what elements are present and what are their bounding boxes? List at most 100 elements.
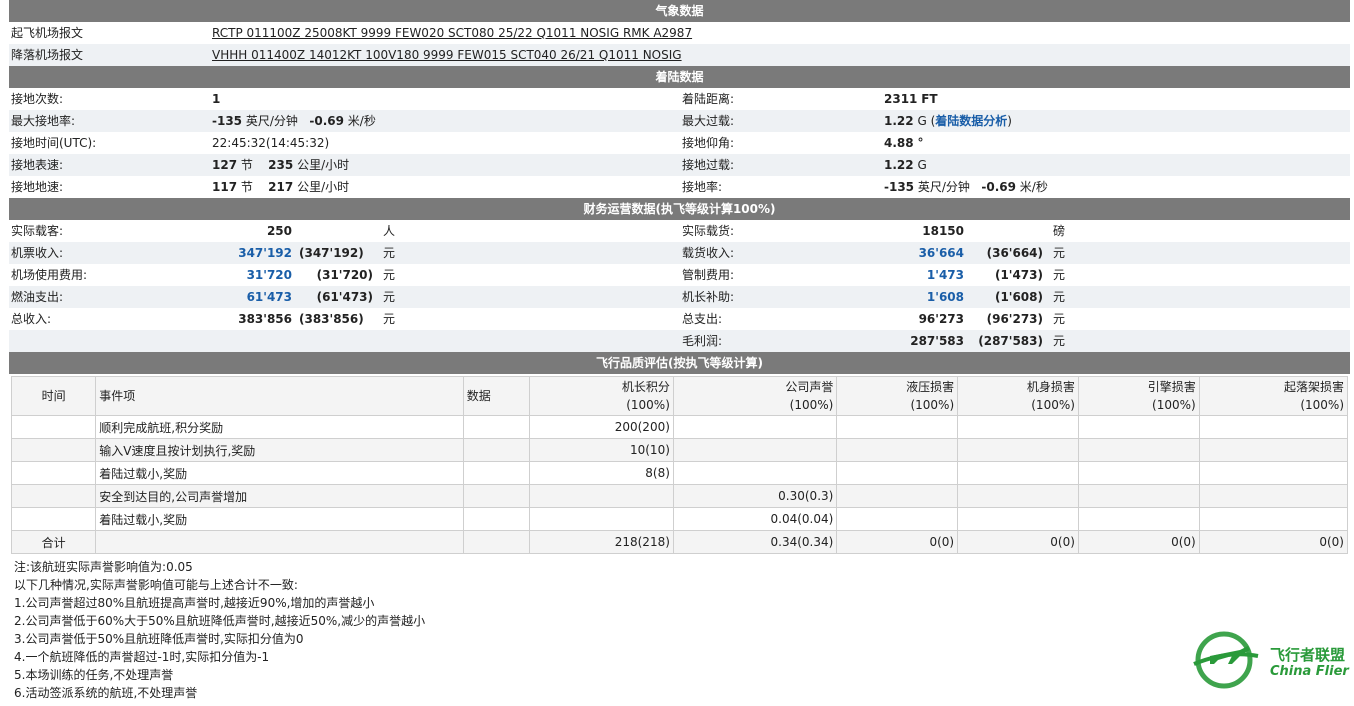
table-row: 顺利完成航班,积分奖励 200(200) <box>12 416 1347 438</box>
fuel-paren: (61'473) <box>316 290 373 304</box>
airport-currency: 元 <box>383 268 396 282</box>
pax-label: 实际载客: <box>11 224 64 238</box>
gs-kmh: 217 <box>268 180 294 194</box>
atc-currency: 元 <box>1053 268 1066 282</box>
col-event: 事件项 <box>96 377 463 415</box>
fuel-value: 61'473 <box>246 290 292 304</box>
distance-label: 着陆距离: <box>682 92 735 106</box>
cargo-rev-label: 载货收入: <box>682 246 735 260</box>
finance-row-3: 机场使用费用: 31'720 (31'720) 元 管制费用: 1'473 (1… <box>9 264 1350 286</box>
total-row: 合计 218(218) 0.34(0.34) 0(0) 0(0) 0(0) 0(… <box>12 531 1347 553</box>
cargo-value: 18150 <box>922 224 964 238</box>
total-hydraulic: 0(0) <box>837 531 958 553</box>
touchdowns-label: 接地次数: <box>11 92 64 106</box>
ias-label: 接地表速: <box>11 158 64 172</box>
arr-metar-link[interactable]: VHHH 011400Z 14012KT 100V180 9999 FEW015… <box>212 44 682 66</box>
expense-paren: (96'273) <box>986 312 1043 326</box>
row-score: 8(8) <box>529 462 673 484</box>
note-line: 以下几种情况,实际声誉影响值可能与上述合计不一致: <box>14 578 298 592</box>
note-line: 2.公司声誉低于60%大于50%且航班降低声誉时,越接近50%,减少的声誉越小 <box>14 614 426 628</box>
profit-paren: (287'583) <box>978 334 1043 348</box>
dep-metar-label: 起飞机场报文 <box>11 26 84 40</box>
row-reputation: 0.04(0.04) <box>673 508 837 530</box>
profit-currency: 元 <box>1053 334 1066 348</box>
note-line: 1.公司声誉超过80%且航班提高声誉时,越接近90%,增加的声誉越小 <box>14 596 375 610</box>
row-event: 着陆过载小,奖励 <box>96 462 463 484</box>
quality-header-row: 时间 事件项 数据 机长积分 (100%) 公司声誉 (100%) 液压损害 (100… <box>12 377 1347 415</box>
notes-block: 注:该航班实际声誉影响值为:0.05 以下几种情况,实际声誉影响值可能与上述合计… <box>9 554 1350 706</box>
arr-metar-row: 降落机场报文 VHHH 011400Z 14012KT 100V180 9999… <box>9 44 1350 66</box>
ms-unit: 米/秒 <box>347 114 376 128</box>
td-fpm-unit: 英尺/分钟 <box>917 180 970 194</box>
cargo-rev-value: 36'664 <box>918 246 964 260</box>
pitch-value: 4.88 <box>884 136 914 150</box>
income-paren: (383'856) <box>299 312 364 326</box>
col-engine: 引擎损害 (100%) <box>1078 377 1199 415</box>
row-reputation <box>673 462 837 484</box>
td-time-label: 接地时间(UTC): <box>11 136 97 150</box>
max-rate-label: 最大接地率: <box>11 114 76 128</box>
row-event: 着陆过载小,奖励 <box>96 508 463 530</box>
atc-paren: (1'473) <box>994 268 1043 282</box>
landing-section-header: 着陆数据 <box>9 66 1350 88</box>
captain-label: 机长补助: <box>682 290 735 304</box>
note-line: 注:该航班实际声誉影响值为:0.05 <box>14 560 193 574</box>
row-score: 200(200) <box>529 416 673 438</box>
pitch-unit: ° <box>917 136 924 150</box>
landing-row-2: 最大接地率: -135 英尺/分钟 -0.69 米/秒 最大过载: 1.22 G… <box>9 110 1350 132</box>
ticket-value: 347'192 <box>238 246 292 260</box>
max-g-label: 最大过载: <box>682 114 735 128</box>
landing-row-1: 接地次数: 1 着陆距离: 2311 FT <box>9 88 1350 110</box>
landing-row-5: 接地地速: 117 节 217 公里/小时 接地率: -135 英尺/分钟 -0… <box>9 176 1350 198</box>
gs-kt-unit: 节 <box>240 180 253 194</box>
cargo-unit: 磅 <box>1053 224 1066 238</box>
ticket-paren: (347'192) <box>299 246 364 260</box>
max-rate-ms: -0.69 <box>309 114 344 128</box>
landing-row-3: 接地时间(UTC): 22:45:32(14:45:32) 接地仰角: 4.88… <box>9 132 1350 154</box>
captain-currency: 元 <box>1053 290 1066 304</box>
finance-row-6: 毛利润: 287'583 (287'583) 元 <box>9 330 1350 352</box>
gs-label: 接地地速: <box>11 180 64 194</box>
cargo-rev-currency: 元 <box>1053 246 1066 260</box>
fuel-currency: 元 <box>383 290 396 304</box>
distance-value: 2311 <box>884 92 918 106</box>
row-event: 顺利完成航班,积分奖励 <box>96 416 463 438</box>
landing-analysis-link[interactable]: 着陆数据分析 <box>935 114 1007 128</box>
note-line: 3.公司声誉低于50%且航班降低声誉时,实际扣分值为0 <box>14 632 304 646</box>
total-label: 合计 <box>12 531 96 553</box>
row-event: 安全到达目的,公司声誉增加 <box>96 485 463 507</box>
row-score <box>529 508 673 530</box>
china-flier-logo: 飞行者联盟 China Flier <box>1188 630 1350 690</box>
col-gear: 起落架损害 (100%) <box>1199 377 1347 415</box>
profit-label: 毛利润: <box>682 334 723 348</box>
gs-kmh-unit: 公里/小时 <box>297 180 350 194</box>
fuel-label: 燃油支出: <box>11 290 64 304</box>
income-value: 383'856 <box>238 312 292 326</box>
row-reputation <box>673 439 837 461</box>
atc-value: 1'473 <box>926 268 964 282</box>
note-line: 6.活动签派系统的航班,不处理声誉 <box>14 686 198 700</box>
logo-en-text: China Flier <box>1270 664 1349 679</box>
pax-value: 250 <box>266 224 292 238</box>
total-score: 218(218) <box>529 531 673 553</box>
arr-metar-label: 降落机场报文 <box>11 48 84 62</box>
row-reputation <box>673 416 837 438</box>
pax-unit: 人 <box>383 224 396 238</box>
expense-label: 总支出: <box>682 312 723 326</box>
table-row: 安全到达目的,公司声誉增加 0.30(0.3) <box>12 485 1347 507</box>
td-g-value: 1.22 <box>884 158 914 172</box>
total-gear: 0(0) <box>1199 531 1347 553</box>
kt-unit: 节 <box>240 158 253 172</box>
row-score <box>529 485 673 507</box>
table-row: 着陆过载小,奖励 8(8) <box>12 462 1347 484</box>
table-row: 输入V速度且按计划执行,奖励 10(10) <box>12 439 1347 461</box>
g-unit: G <box>917 114 927 128</box>
td-g-unit: G <box>917 158 927 172</box>
logo-cn-text: 飞行者联盟 <box>1270 646 1346 664</box>
total-airframe: 0(0) <box>958 531 1078 553</box>
dep-metar-link[interactable]: RCTP 011100Z 25008KT 9999 FEW020 SCT080 … <box>212 22 692 44</box>
weather-section-header: 气象数据 <box>9 0 1350 22</box>
dep-metar-row: 起飞机场报文 RCTP 011100Z 25008KT 9999 FEW020 … <box>9 22 1350 44</box>
ticket-currency: 元 <box>383 246 396 260</box>
distance-unit: FT <box>921 92 938 106</box>
